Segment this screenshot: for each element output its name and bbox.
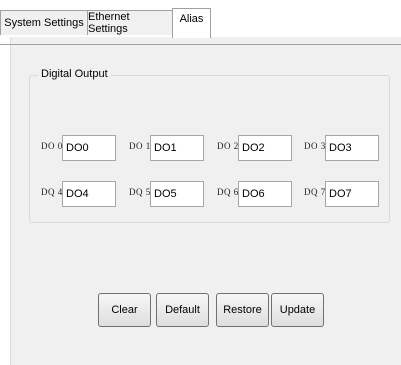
do0-label: DO 0 [41,141,63,151]
do0-alias-input[interactable] [62,135,116,161]
default-button[interactable]: Default [156,293,209,327]
do7-label: DQ 7 [304,187,326,197]
do5-label: DQ 5 [129,187,151,197]
tab-bar: System Settings Ethernet Settings Alias [0,8,401,45]
do5-alias-input[interactable] [150,181,204,207]
do4-alias-input[interactable] [62,181,116,207]
restore-button[interactable]: Restore [216,293,269,327]
do2-alias-input[interactable] [238,135,292,161]
alias-panel: Digital Output DO 0 DO 1 DO 2 DO 3 DQ 4 … [10,37,401,365]
clear-button[interactable]: Clear [98,293,151,327]
tab-alias[interactable]: Alias [172,8,211,38]
do1-alias-input[interactable] [150,135,204,161]
group-title: Digital Output [38,68,111,80]
tab-divider [0,44,401,45]
do3-label: DO 3 [304,141,326,151]
do3-alias-input[interactable] [325,135,379,161]
digital-output-group: Digital Output DO 0 DO 1 DO 2 DO 3 DQ 4 … [29,68,390,223]
do6-label: DQ 6 [217,187,239,197]
do6-alias-input[interactable] [238,181,292,207]
do7-alias-input[interactable] [325,181,379,207]
update-button[interactable]: Update [271,293,324,327]
do2-label: DO 2 [217,141,239,151]
do4-label: DQ 4 [41,187,63,197]
do1-label: DO 1 [129,141,151,151]
tab-ethernet-settings[interactable]: Ethernet Settings [87,10,173,35]
tab-system-settings[interactable]: System Settings [0,10,88,35]
